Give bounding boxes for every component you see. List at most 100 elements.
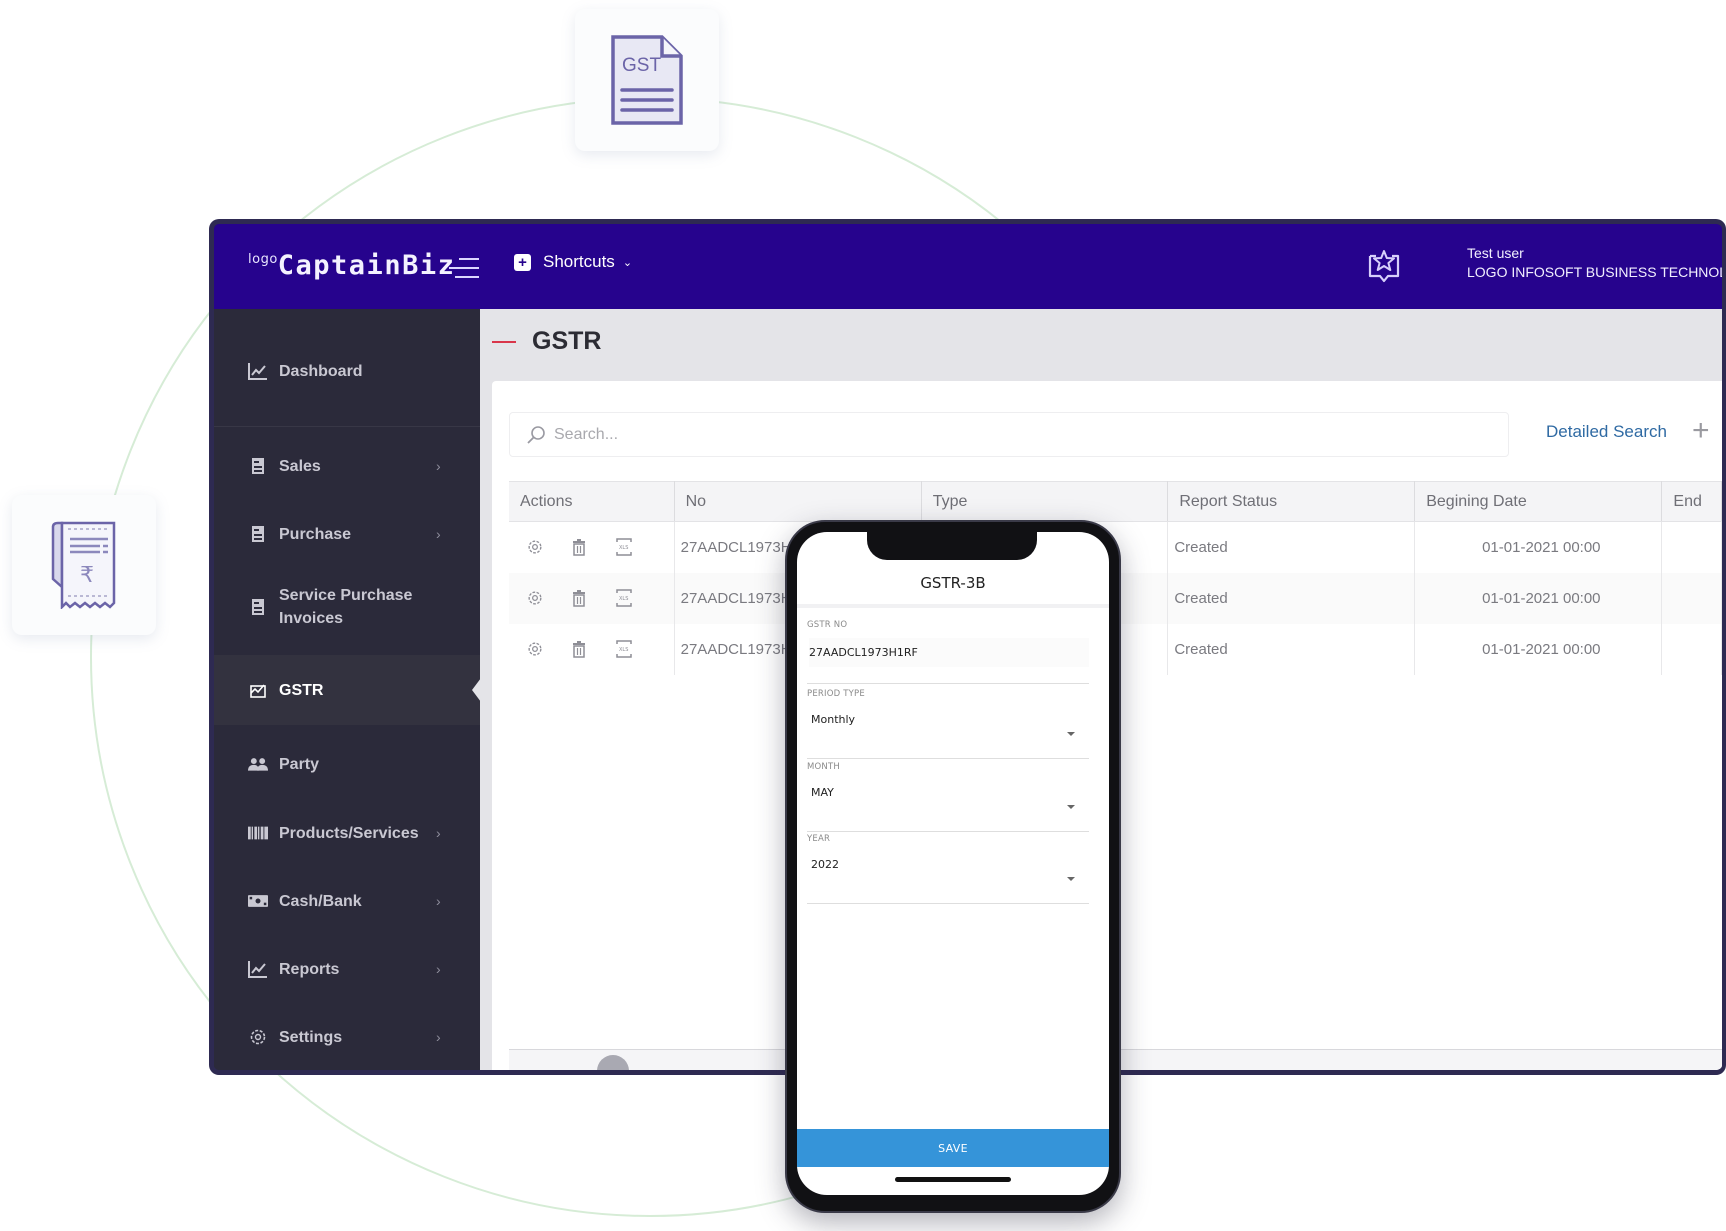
cell-report-status: Created — [1167, 572, 1416, 624]
column-header-end[interactable]: End — [1661, 481, 1722, 522]
cell-begining-date: 01-01-2021 00:00 — [1414, 521, 1663, 573]
rupee-symbol: ₹ — [80, 563, 94, 588]
barcode-icon — [248, 823, 268, 843]
shortcuts-dropdown[interactable]: + Shortcuts ⌄ — [514, 252, 632, 272]
sidebar-item-party[interactable]: Party — [214, 739, 480, 789]
trash-icon[interactable] — [571, 589, 589, 607]
column-header-no[interactable]: No — [674, 481, 922, 522]
gst-text: GST — [622, 55, 661, 76]
star-bubble-icon[interactable] — [1364, 246, 1404, 286]
chevron-right-icon: › — [436, 893, 441, 909]
dropdown-caret-icon — [1067, 877, 1075, 881]
dropdown-caret-icon — [1067, 805, 1075, 809]
xls-export-icon[interactable]: XLS — [616, 640, 634, 658]
logo-brand-name: CaptainBiz — [277, 250, 456, 281]
sidebar-item-cash-bank[interactable]: Cash/Bank › — [214, 876, 480, 926]
sidebar-item-gstr[interactable]: GSTR — [214, 655, 481, 725]
gear-icon — [248, 1027, 268, 1047]
chevron-right-icon: › — [436, 1029, 441, 1045]
row-actions-cell: XLS — [509, 623, 675, 675]
sidebar-label: Purchase — [279, 525, 352, 543]
column-header-type[interactable]: Type — [921, 481, 1169, 522]
gear-icon[interactable] — [526, 538, 544, 556]
dropdown-caret-icon — [1067, 732, 1075, 736]
trash-icon[interactable] — [571, 640, 589, 658]
document-icon — [248, 597, 268, 617]
chevron-right-icon: › — [436, 526, 441, 542]
chart-line-icon — [248, 361, 268, 381]
home-indicator — [895, 1177, 1011, 1182]
sidebar-item-service-purchase-invoices[interactable]: Service Purchase Invoices — [214, 571, 480, 643]
mobile-screen: GSTR-3B GSTR NO 27AADCL1973H1RF PERIOD T… — [797, 532, 1109, 1195]
sidebar-divider — [214, 426, 480, 427]
sidebar-item-dashboard[interactable]: Dashboard — [214, 331, 480, 411]
sidebar-label: Sales — [279, 457, 321, 475]
gstr-no-input[interactable]: 27AADCL1973H1RF — [809, 638, 1089, 667]
chevron-right-icon: › — [436, 961, 441, 977]
cell-begining-date: 01-01-2021 00:00 — [1414, 623, 1663, 675]
users-icon — [248, 754, 268, 774]
chevron-right-icon: › — [436, 825, 441, 841]
year-label: YEAR — [807, 834, 831, 844]
sidebar-item-reports[interactable]: Reports › — [214, 944, 480, 994]
month-label: MONTH — [807, 762, 840, 772]
detailed-search-link[interactable]: Detailed Search — [1546, 422, 1667, 442]
phone-notch — [867, 532, 1037, 560]
column-header-report-status[interactable]: Report Status — [1167, 481, 1416, 522]
top-header-bar: logo CaptainBiz + Shortcuts ⌄ Test user … — [214, 224, 1722, 309]
mobile-phone-mockup: GSTR-3B GSTR NO 27AADCL1973H1RF PERIOD T… — [785, 520, 1121, 1213]
cell-report-status: Created — [1167, 521, 1416, 573]
title-accent-bar — [492, 340, 516, 343]
sidebar-item-sales[interactable]: Sales › — [214, 441, 480, 491]
year-select[interactable]: YEAR 2022 — [807, 834, 1089, 904]
year-value: 2022 — [811, 858, 839, 871]
sidebar-nav: Dashboard Sales › Purchase › Service Pur… — [214, 309, 481, 1070]
month-select[interactable]: MONTH MAY — [807, 762, 1089, 832]
add-new-button[interactable]: + — [1692, 416, 1710, 446]
user-account-menu[interactable]: Test user LOGO INFOSOFT BUSINESS TECHNOL — [1467, 244, 1726, 282]
gst-document-icon: GST — [611, 35, 683, 125]
rupee-receipt-icon: ₹ — [51, 521, 116, 609]
trash-icon[interactable] — [571, 538, 589, 556]
save-button[interactable]: SAVE — [797, 1129, 1109, 1167]
sidebar-label: Cash/Bank — [279, 892, 362, 910]
sidebar-label: Settings — [279, 1028, 343, 1046]
sidebar-label: Products/Services — [279, 824, 419, 842]
gear-icon[interactable] — [526, 640, 544, 658]
sidebar-item-products-services[interactable]: Products/Services › — [214, 808, 480, 858]
sidebar-label: Reports — [279, 960, 340, 978]
sidebar-label: GSTR — [279, 681, 324, 699]
gstr-no-field[interactable]: GSTR NO 27AADCL1973H1RF — [807, 620, 1089, 684]
column-header-actions[interactable]: Actions — [509, 481, 675, 522]
month-value: MAY — [811, 786, 834, 799]
cell-begining-date: 01-01-2021 00:00 — [1414, 572, 1663, 624]
pagination-page-button[interactable] — [597, 1055, 629, 1070]
xls-export-icon[interactable]: XLS — [616, 538, 634, 556]
page-title: GSTR — [532, 327, 602, 355]
document-icon — [248, 524, 268, 544]
period-type-select[interactable]: PERIOD TYPE Monthly — [807, 689, 1089, 759]
row-actions-cell: XLS — [509, 572, 675, 624]
sidebar-label: Dashboard — [279, 362, 363, 380]
mobile-form-title: GSTR-3B — [920, 574, 986, 592]
search-icon — [527, 425, 545, 444]
column-header-begining-date[interactable]: Begining Date — [1414, 481, 1663, 522]
hamburger-menu-icon[interactable] — [449, 258, 479, 278]
page-header: GSTR — [492, 327, 601, 356]
gstr-no-label: GSTR NO — [807, 620, 848, 630]
app-logo[interactable]: logo CaptainBiz — [248, 250, 455, 281]
chart-line-icon — [248, 959, 268, 979]
company-name: LOGO INFOSOFT BUSINESS TECHNOL — [1467, 264, 1726, 280]
row-actions-cell: XLS — [509, 521, 675, 573]
cell-end — [1661, 623, 1722, 675]
svg-text:XLS: XLS — [619, 596, 628, 602]
search-input[interactable] — [554, 425, 1454, 444]
xls-export-icon[interactable]: XLS — [616, 589, 634, 607]
search-field[interactable] — [509, 412, 1509, 457]
gear-icon[interactable] — [526, 589, 544, 607]
cell-end — [1661, 572, 1722, 624]
sidebar-item-settings[interactable]: Settings › — [214, 1012, 480, 1062]
sidebar-item-purchase[interactable]: Purchase › — [214, 509, 480, 559]
user-name: Test user — [1467, 245, 1524, 261]
shortcuts-label: Shortcuts — [543, 252, 615, 271]
